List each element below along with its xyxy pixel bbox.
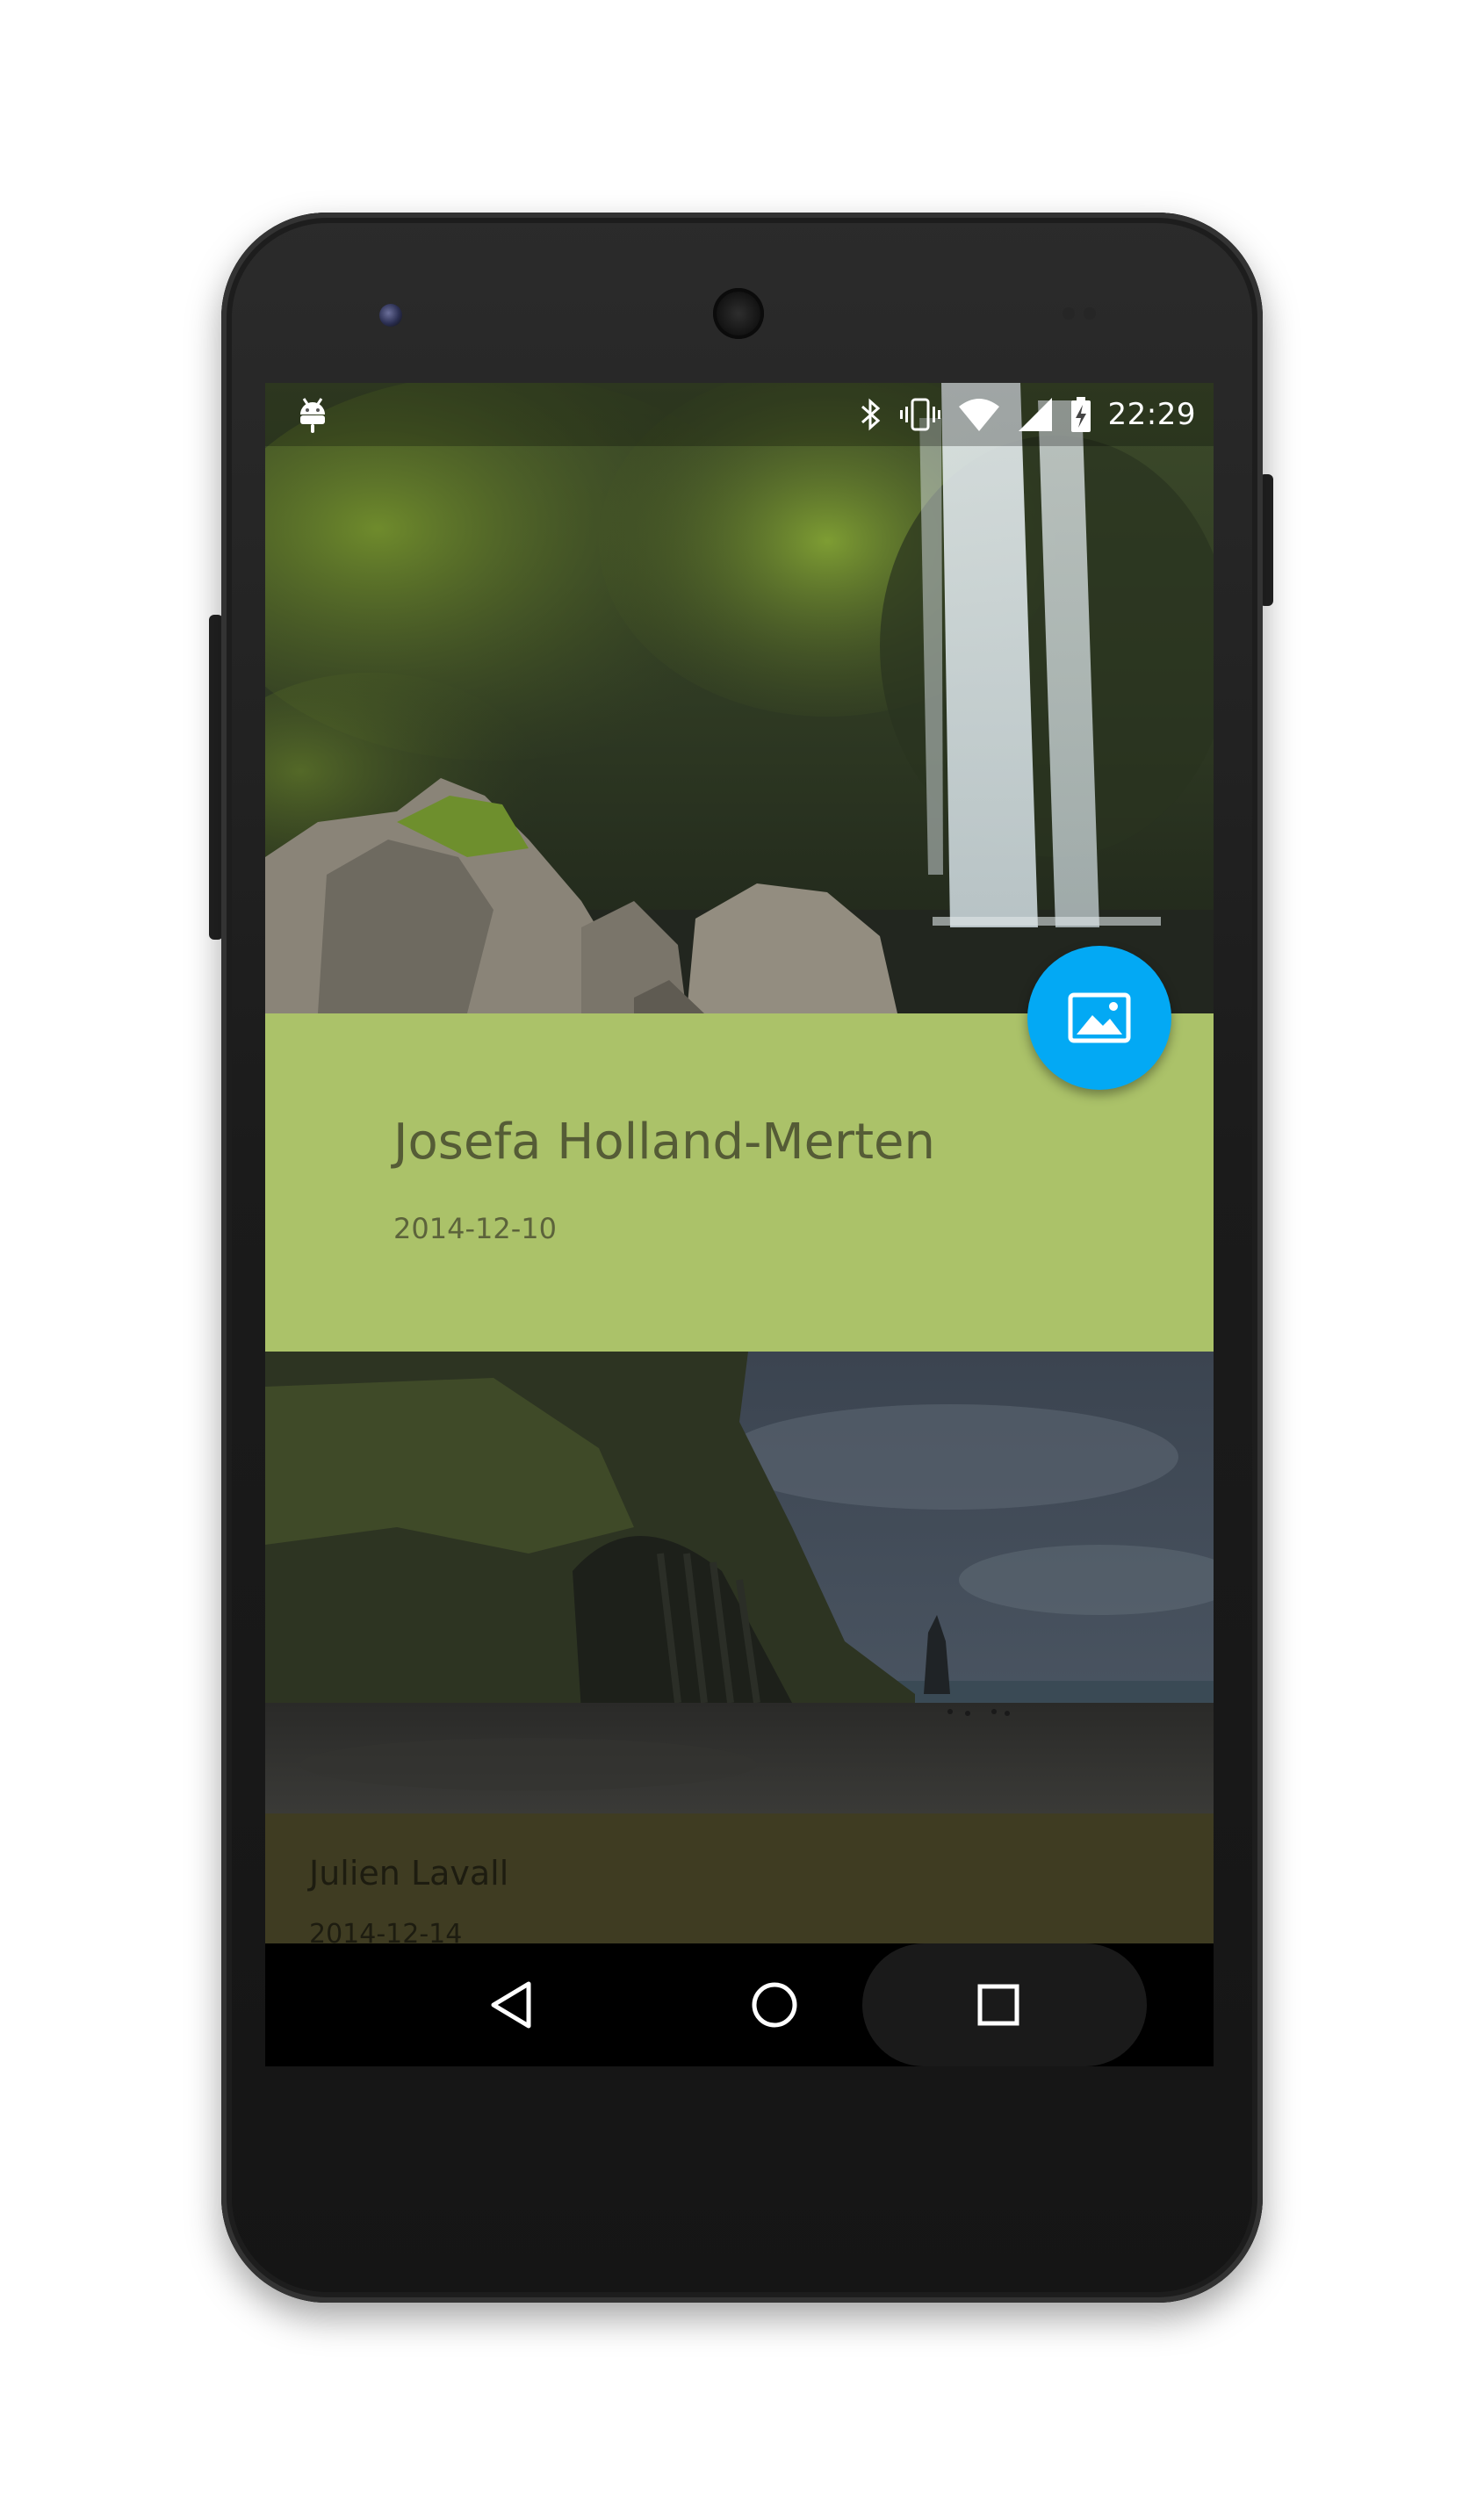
image-icon — [1068, 992, 1131, 1043]
waterfall-image — [265, 383, 1214, 1013]
status-bar: 22:29 — [265, 383, 1214, 446]
hero-photo-waterfall[interactable] — [265, 383, 1214, 1013]
phone-screen: 22:29 Josefa Holland-Merten 2014-12-10 J… — [265, 383, 1214, 2066]
seacliff-image — [265, 1352, 1214, 1813]
home-icon — [752, 1982, 797, 2028]
vibrate-icon — [899, 398, 940, 431]
card-title: Josefa Holland-Merten — [393, 1114, 935, 1171]
proximity-sensors — [1063, 307, 1112, 321]
bluetooth-icon — [861, 398, 880, 431]
status-icons: 22:29 — [857, 392, 1196, 437]
list-item-photo-seacliff[interactable] — [265, 1352, 1214, 1813]
front-camera — [379, 304, 402, 327]
earpiece-speaker — [713, 288, 764, 339]
next-card[interactable]: Julien Lavall 2014-12-14 — [265, 1813, 1214, 1950]
card-date: 2014-12-10 — [393, 1212, 557, 1245]
battery-charging-icon — [1070, 397, 1091, 432]
status-time: 22:29 — [1107, 397, 1196, 432]
next-card-title: Julien Lavall — [309, 1854, 509, 1893]
back-icon — [491, 1981, 531, 2029]
wifi-icon — [958, 399, 999, 431]
navigation-bar — [265, 1943, 1214, 2066]
home-button[interactable] — [731, 1961, 818, 2049]
back-button[interactable] — [467, 1961, 555, 2049]
recents-icon — [977, 1984, 1019, 2026]
image-fab-button[interactable] — [1027, 946, 1171, 1090]
android-debug-icon — [300, 398, 325, 433]
recents-button[interactable] — [955, 1961, 1042, 2049]
cell-signal-icon — [1018, 398, 1052, 431]
